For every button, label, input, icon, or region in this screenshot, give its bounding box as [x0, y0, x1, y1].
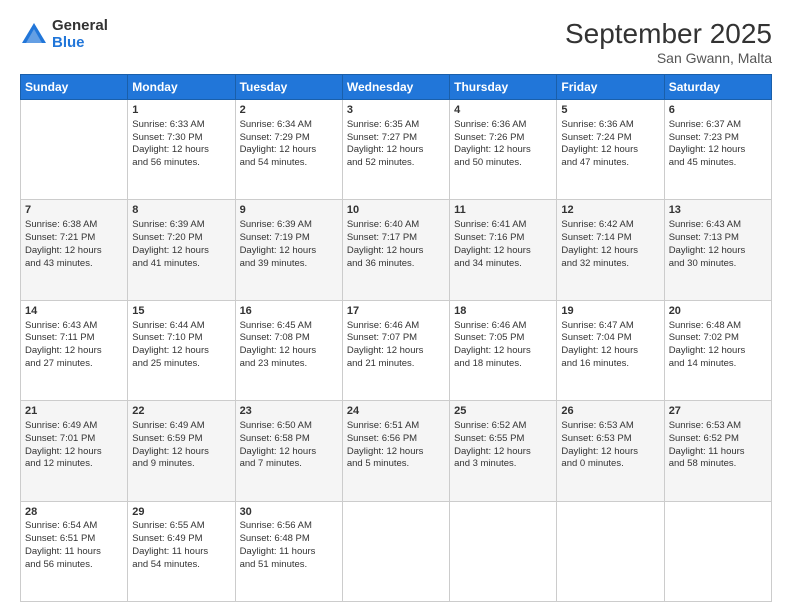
calendar-cell: 9Sunrise: 6:39 AMSunset: 7:19 PMDaylight… — [235, 200, 342, 300]
day-number: 2 — [240, 103, 338, 118]
logo-general: General — [52, 18, 108, 35]
calendar-cell: 8Sunrise: 6:39 AMSunset: 7:20 PMDaylight… — [128, 200, 235, 300]
title-block: September 2025 San Gwann, Malta — [565, 18, 772, 66]
calendar-cell: 10Sunrise: 6:40 AMSunset: 7:17 PMDayligh… — [342, 200, 449, 300]
day-number: 16 — [240, 304, 338, 319]
calendar-cell: 14Sunrise: 6:43 AMSunset: 7:11 PMDayligh… — [21, 300, 128, 400]
day-number: 27 — [669, 404, 767, 419]
page: General Blue September 2025 San Gwann, M… — [0, 0, 792, 612]
calendar-cell: 6Sunrise: 6:37 AMSunset: 7:23 PMDaylight… — [664, 100, 771, 200]
day-number: 26 — [561, 404, 659, 419]
calendar-day-header: Thursday — [450, 75, 557, 100]
day-number: 28 — [25, 505, 123, 520]
calendar-cell: 28Sunrise: 6:54 AMSunset: 6:51 PMDayligh… — [21, 501, 128, 601]
calendar-cell: 25Sunrise: 6:52 AMSunset: 6:55 PMDayligh… — [450, 401, 557, 501]
calendar-cell: 15Sunrise: 6:44 AMSunset: 7:10 PMDayligh… — [128, 300, 235, 400]
calendar-header-row: SundayMondayTuesdayWednesdayThursdayFrid… — [21, 75, 772, 100]
calendar-cell: 18Sunrise: 6:46 AMSunset: 7:05 PMDayligh… — [450, 300, 557, 400]
calendar-week-row: 1Sunrise: 6:33 AMSunset: 7:30 PMDaylight… — [21, 100, 772, 200]
calendar-cell: 22Sunrise: 6:49 AMSunset: 6:59 PMDayligh… — [128, 401, 235, 501]
day-number: 6 — [669, 103, 767, 118]
day-number: 17 — [347, 304, 445, 319]
calendar-week-row: 14Sunrise: 6:43 AMSunset: 7:11 PMDayligh… — [21, 300, 772, 400]
calendar-cell: 1Sunrise: 6:33 AMSunset: 7:30 PMDaylight… — [128, 100, 235, 200]
calendar-day-header: Tuesday — [235, 75, 342, 100]
calendar-cell: 27Sunrise: 6:53 AMSunset: 6:52 PMDayligh… — [664, 401, 771, 501]
calendar-week-row: 7Sunrise: 6:38 AMSunset: 7:21 PMDaylight… — [21, 200, 772, 300]
day-number: 7 — [25, 203, 123, 218]
logo-text: General Blue — [52, 18, 108, 51]
day-number: 21 — [25, 404, 123, 419]
calendar-table: SundayMondayTuesdayWednesdayThursdayFrid… — [20, 74, 772, 602]
calendar-cell: 13Sunrise: 6:43 AMSunset: 7:13 PMDayligh… — [664, 200, 771, 300]
header: General Blue September 2025 San Gwann, M… — [20, 18, 772, 66]
calendar-day-header: Saturday — [664, 75, 771, 100]
day-number: 5 — [561, 103, 659, 118]
calendar-cell — [450, 501, 557, 601]
calendar-cell: 7Sunrise: 6:38 AMSunset: 7:21 PMDaylight… — [21, 200, 128, 300]
calendar-cell: 23Sunrise: 6:50 AMSunset: 6:58 PMDayligh… — [235, 401, 342, 501]
calendar-cell: 11Sunrise: 6:41 AMSunset: 7:16 PMDayligh… — [450, 200, 557, 300]
calendar-cell: 12Sunrise: 6:42 AMSunset: 7:14 PMDayligh… — [557, 200, 664, 300]
day-number: 15 — [132, 304, 230, 319]
calendar-cell: 20Sunrise: 6:48 AMSunset: 7:02 PMDayligh… — [664, 300, 771, 400]
calendar-cell: 5Sunrise: 6:36 AMSunset: 7:24 PMDaylight… — [557, 100, 664, 200]
calendar-cell: 4Sunrise: 6:36 AMSunset: 7:26 PMDaylight… — [450, 100, 557, 200]
day-number: 3 — [347, 103, 445, 118]
calendar-cell: 19Sunrise: 6:47 AMSunset: 7:04 PMDayligh… — [557, 300, 664, 400]
calendar-cell: 16Sunrise: 6:45 AMSunset: 7:08 PMDayligh… — [235, 300, 342, 400]
logo: General Blue — [20, 18, 108, 51]
calendar-cell: 3Sunrise: 6:35 AMSunset: 7:27 PMDaylight… — [342, 100, 449, 200]
logo-blue: Blue — [52, 35, 108, 52]
calendar-cell: 21Sunrise: 6:49 AMSunset: 7:01 PMDayligh… — [21, 401, 128, 501]
day-number: 20 — [669, 304, 767, 319]
calendar-day-header: Monday — [128, 75, 235, 100]
calendar-day-header: Friday — [557, 75, 664, 100]
calendar-week-row: 21Sunrise: 6:49 AMSunset: 7:01 PMDayligh… — [21, 401, 772, 501]
calendar-cell: 26Sunrise: 6:53 AMSunset: 6:53 PMDayligh… — [557, 401, 664, 501]
calendar-day-header: Sunday — [21, 75, 128, 100]
day-number: 12 — [561, 203, 659, 218]
day-number: 10 — [347, 203, 445, 218]
day-number: 23 — [240, 404, 338, 419]
calendar-cell: 2Sunrise: 6:34 AMSunset: 7:29 PMDaylight… — [235, 100, 342, 200]
calendar-cell: 24Sunrise: 6:51 AMSunset: 6:56 PMDayligh… — [342, 401, 449, 501]
day-number: 30 — [240, 505, 338, 520]
day-number: 22 — [132, 404, 230, 419]
calendar-day-header: Wednesday — [342, 75, 449, 100]
day-number: 4 — [454, 103, 552, 118]
day-number: 25 — [454, 404, 552, 419]
day-number: 9 — [240, 203, 338, 218]
logo-icon — [20, 21, 48, 49]
day-number: 18 — [454, 304, 552, 319]
day-number: 1 — [132, 103, 230, 118]
day-number: 19 — [561, 304, 659, 319]
day-number: 24 — [347, 404, 445, 419]
day-number: 11 — [454, 203, 552, 218]
calendar-week-row: 28Sunrise: 6:54 AMSunset: 6:51 PMDayligh… — [21, 501, 772, 601]
month-title: September 2025 — [565, 18, 772, 50]
day-number: 29 — [132, 505, 230, 520]
day-number: 13 — [669, 203, 767, 218]
calendar-cell — [664, 501, 771, 601]
calendar-cell: 17Sunrise: 6:46 AMSunset: 7:07 PMDayligh… — [342, 300, 449, 400]
calendar-cell — [21, 100, 128, 200]
calendar-cell: 30Sunrise: 6:56 AMSunset: 6:48 PMDayligh… — [235, 501, 342, 601]
subtitle: San Gwann, Malta — [565, 50, 772, 66]
day-number: 8 — [132, 203, 230, 218]
calendar-cell — [557, 501, 664, 601]
calendar-cell — [342, 501, 449, 601]
day-number: 14 — [25, 304, 123, 319]
calendar-cell: 29Sunrise: 6:55 AMSunset: 6:49 PMDayligh… — [128, 501, 235, 601]
